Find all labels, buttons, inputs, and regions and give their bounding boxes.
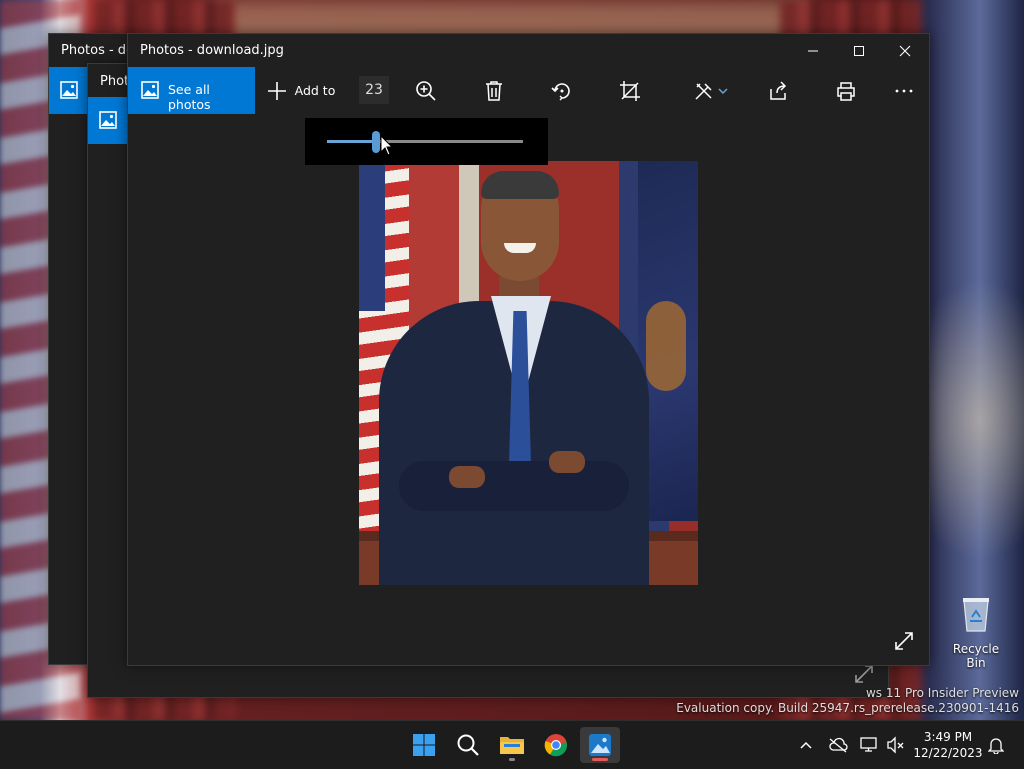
watermark-line-1: ws 11 Pro Insider Preview <box>865 686 1019 700</box>
window-title: Photos - download.jpg <box>100 74 128 89</box>
close-icon <box>899 45 911 56</box>
add-to-label: Add to <box>294 83 336 98</box>
print-icon <box>837 81 855 101</box>
more-options-button[interactable] <box>892 67 916 114</box>
chevron-down-icon <box>718 87 728 94</box>
add-to-button[interactable]: Add to <box>266 67 336 114</box>
chevron-up-icon <box>800 741 812 749</box>
recycle-bin-icon <box>963 598 989 632</box>
file-explorer-icon <box>500 737 524 754</box>
watermark-line-2: Evaluation copy. Build 25947.rs_prerelea… <box>676 701 1019 715</box>
chrome-icon <box>544 734 568 757</box>
running-indicator <box>592 758 608 761</box>
crop-button[interactable] <box>618 67 642 114</box>
crop-icon <box>620 80 640 101</box>
add-icon <box>267 81 286 100</box>
edit-button[interactable] <box>690 67 732 114</box>
search-icon <box>457 734 479 756</box>
taskbar-clock[interactable]: 3:49 PM 12/22/2023 <box>912 729 984 761</box>
recycle-bin-label: Recycle Bin <box>952 642 1000 670</box>
onedrive-tray[interactable] <box>827 734 849 756</box>
minimize-icon <box>808 50 818 51</box>
zoom-button[interactable] <box>414 67 438 114</box>
clock-date: 12/22/2023 <box>913 746 983 760</box>
window-title: Photos - download.jpg <box>61 43 129 58</box>
maximize-button[interactable] <box>836 34 882 67</box>
volume-icon <box>887 736 904 754</box>
search-button[interactable] <box>448 727 488 763</box>
mouse-cursor-icon <box>380 135 394 156</box>
recycle-bin[interactable]: Recycle Bin <box>944 595 1008 670</box>
see-all-photos-button[interactable] <box>88 97 128 144</box>
volume-tray[interactable] <box>885 734 907 756</box>
photos-window-main[interactable]: Photos - download.jpg See all photos Add… <box>127 33 930 666</box>
delete-icon <box>486 80 502 101</box>
zoom-in-icon <box>416 80 436 101</box>
network-tray[interactable] <box>859 734 881 756</box>
photos-app-icon <box>99 111 117 129</box>
see-all-photos-button[interactable] <box>49 67 89 114</box>
start-button[interactable] <box>404 727 444 763</box>
more-icon <box>895 89 913 92</box>
notification-button[interactable] <box>985 734 1007 756</box>
toolbar: See all photos Add to 23 <box>128 67 929 114</box>
see-all-photos-label: See all photos <box>168 82 211 112</box>
photos-app-icon <box>141 81 159 99</box>
maximize-icon <box>854 45 864 56</box>
share-button[interactable] <box>766 67 790 114</box>
close-button[interactable] <box>882 34 928 67</box>
chrome-button[interactable] <box>536 727 576 763</box>
share-icon <box>770 80 787 100</box>
file-explorer-button[interactable] <box>492 727 532 763</box>
expand-icon[interactable] <box>854 664 874 684</box>
running-indicator <box>509 758 515 761</box>
window-title: Photos - download.jpg <box>140 43 284 58</box>
onedrive-icon <box>829 737 848 753</box>
photos-taskbar-icon <box>589 734 611 756</box>
show-hidden-icons-button[interactable] <box>795 734 817 756</box>
zoom-slider-fill <box>327 140 376 143</box>
notification-bell-icon <box>988 738 1004 754</box>
windows-start-icon <box>413 734 435 756</box>
edit-icon <box>695 82 712 100</box>
photos-app-icon <box>60 81 78 99</box>
zoom-slider[interactable] <box>327 131 523 153</box>
zoom-slider-flyout <box>305 118 548 165</box>
minimize-button[interactable] <box>790 34 836 67</box>
photo-image[interactable] <box>359 161 698 585</box>
see-all-photos-button[interactable]: See all photos <box>128 67 255 114</box>
expand-icon[interactable] <box>894 631 914 651</box>
rotate-button[interactable] <box>550 67 574 114</box>
print-button[interactable] <box>834 67 858 114</box>
zoom-level-value[interactable]: 23 <box>359 76 389 104</box>
network-icon <box>860 737 877 752</box>
titlebar[interactable]: Photos - download.jpg <box>128 34 929 67</box>
rotate-icon <box>551 82 570 100</box>
clock-time: 3:49 PM <box>923 730 973 744</box>
photos-taskbar-button[interactable] <box>580 727 620 763</box>
zoom-slider-thumb[interactable] <box>372 131 380 153</box>
delete-button[interactable] <box>482 67 506 114</box>
taskbar: 3:49 PM 12/22/2023 <box>0 720 1024 769</box>
